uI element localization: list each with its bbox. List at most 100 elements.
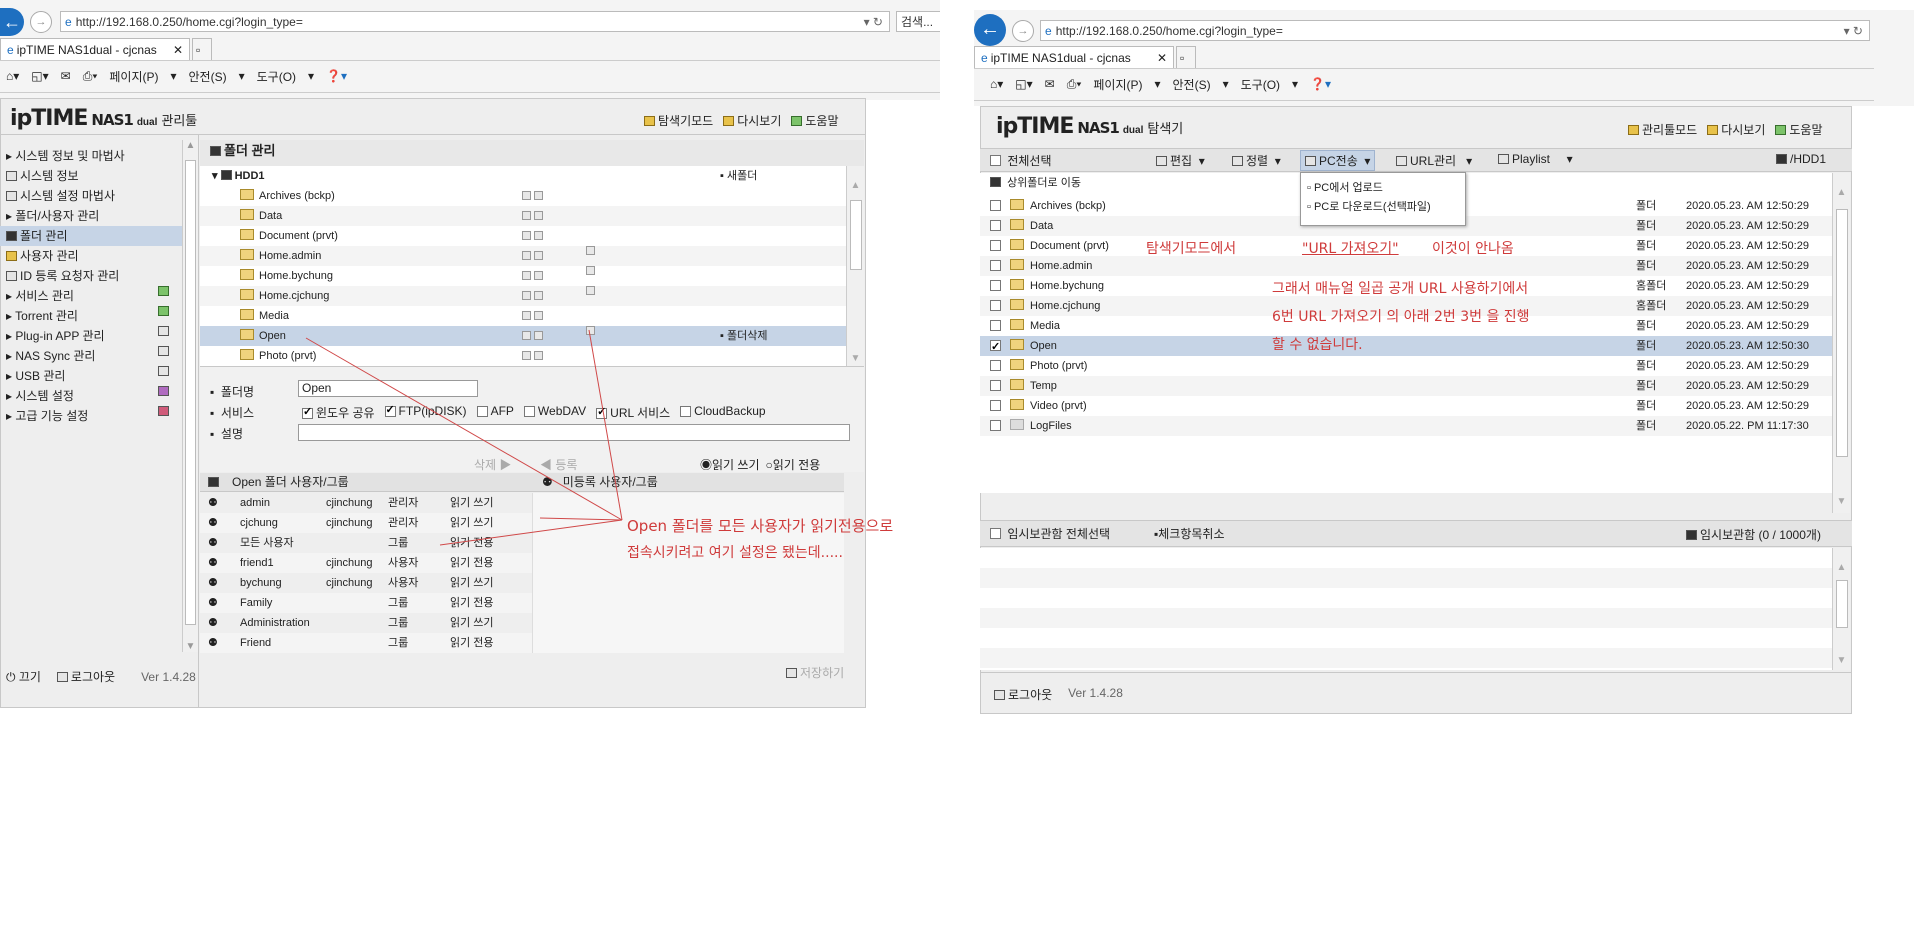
download-to-pc-item[interactable]: ▫ PC로 다운로드(선택파일) bbox=[1307, 198, 1459, 217]
right-feeds-icon[interactable]: ◱▾ bbox=[1015, 77, 1032, 91]
admin-mode-link[interactable]: 관리툴모드 bbox=[1628, 121, 1697, 138]
file-date: 2020.05.23. AM 12:50:30 bbox=[1686, 340, 1809, 352]
pc-transfer-icon bbox=[1305, 155, 1316, 166]
pc-transfer-menu[interactable]: PC전송 ▾ bbox=[1300, 150, 1376, 171]
file-name: Video (prvt) bbox=[1030, 400, 1087, 412]
file-date: 2020.05.23. AM 12:50:29 bbox=[1686, 380, 1809, 392]
file-date: 2020.05.23. AM 12:50:29 bbox=[1686, 200, 1809, 212]
file-date: 2020.05.23. AM 12:50:29 bbox=[1686, 260, 1809, 272]
folder-icon bbox=[1010, 419, 1024, 430]
select-all-button[interactable]: 전체선택 bbox=[990, 152, 1052, 169]
file-type: 폴더 bbox=[1636, 420, 1657, 432]
right-top-links: 관리툴모드 다시보기 도움말 bbox=[1628, 121, 1823, 138]
file-checkbox[interactable] bbox=[990, 300, 1001, 311]
file-name: Home.bychung bbox=[1030, 280, 1104, 292]
right-ie-icon: e bbox=[1045, 23, 1052, 38]
file-type: 폴더 bbox=[1636, 400, 1657, 412]
file-row[interactable]: LogFiles 폴더 2020.05.22. PM 11:17:30 bbox=[980, 416, 1832, 436]
folder-icon bbox=[1010, 299, 1024, 310]
temp-box-list[interactable] bbox=[980, 548, 1832, 670]
right-annotation-b: "URL 가져오기" bbox=[1302, 241, 1399, 257]
file-type: 폴더 bbox=[1636, 340, 1657, 352]
right-menu-tools[interactable]: 도구(O) bbox=[1241, 76, 1280, 93]
right-url-text: http://192.168.0.250/home.cgi?login_type… bbox=[1055, 23, 1283, 38]
right-home-icon[interactable]: ⌂▾ bbox=[990, 77, 1003, 91]
temp-select-all[interactable]: 임시보관함 전체선택 bbox=[990, 525, 1110, 542]
file-date: 2020.05.23. AM 12:50:29 bbox=[1686, 240, 1809, 252]
file-name: Temp bbox=[1030, 380, 1057, 392]
file-row[interactable]: Document (prvt) 폴더 2020.05.23. AM 12:50:29 bbox=[980, 236, 1832, 256]
file-checkbox[interactable] bbox=[990, 400, 1001, 411]
right-address-bar[interactable]: e http://192.168.0.250/home.cgi?login_ty… bbox=[1040, 20, 1870, 41]
right-mail-icon[interactable]: ✉ bbox=[1045, 77, 1055, 91]
admin-mode-icon bbox=[1628, 125, 1639, 135]
file-name: Media bbox=[1030, 320, 1060, 332]
right-annotation-c: 이것이 안나옴 bbox=[1432, 241, 1514, 257]
right-new-tab-icon[interactable]: ▫ bbox=[1176, 46, 1196, 68]
file-date: 2020.05.23. AM 12:50:29 bbox=[1686, 220, 1809, 232]
folder-icon bbox=[1010, 199, 1024, 210]
url-manage-menu[interactable]: URL관리 ▾ bbox=[1396, 152, 1472, 169]
temp-scrollbar[interactable]: ▲ ▼ bbox=[1832, 548, 1850, 670]
path-folder-icon bbox=[1776, 154, 1787, 164]
temp-uncheck-button[interactable]: ▪ 체크항목취소 bbox=[1154, 525, 1225, 542]
left-annotation-line1: Open 폴더를 모든 사용자가 읽기전용으로 bbox=[627, 517, 894, 535]
file-checkbox[interactable] bbox=[990, 420, 1001, 431]
file-date: 2020.05.22. PM 11:17:30 bbox=[1686, 420, 1809, 432]
file-type: 폴더 bbox=[1636, 200, 1657, 212]
edit-icon bbox=[1156, 155, 1167, 166]
file-date: 2020.05.23. AM 12:50:29 bbox=[1686, 320, 1809, 332]
file-checkbox[interactable] bbox=[990, 360, 1001, 371]
file-checkbox[interactable] bbox=[990, 337, 1001, 357]
right-forward-icon[interactable]: → bbox=[1012, 20, 1034, 42]
right-menu-safety[interactable]: 안전(S) bbox=[1173, 76, 1211, 93]
file-name: Document (prvt) bbox=[1030, 240, 1109, 252]
file-name: LogFiles bbox=[1030, 420, 1072, 432]
right-help-icon[interactable]: ❓▾ bbox=[1310, 77, 1331, 91]
right-close-tab-icon[interactable]: ✕ bbox=[1157, 51, 1167, 65]
upload-from-pc-item[interactable]: ▫ PC에서 업로드 bbox=[1307, 179, 1459, 198]
current-path: /HDD1 bbox=[1776, 152, 1826, 166]
playlist-menu[interactable]: Playlist ▾ bbox=[1498, 152, 1573, 166]
sort-menu[interactable]: 정렬 ▾ bbox=[1232, 152, 1281, 169]
right-refresh-icon[interactable]: ▾ ↻ bbox=[1844, 24, 1863, 38]
right-model-dual: dual bbox=[1122, 125, 1144, 136]
url-manage-icon bbox=[1396, 155, 1407, 166]
file-name: Home.cjchung bbox=[1030, 300, 1101, 312]
file-checkbox[interactable] bbox=[990, 200, 1001, 211]
file-checkbox[interactable] bbox=[990, 380, 1001, 391]
right-logout-button[interactable]: 로그아웃 bbox=[994, 686, 1052, 703]
file-date: 2020.05.23. AM 12:50:29 bbox=[1686, 300, 1809, 312]
folder-icon bbox=[1010, 259, 1024, 270]
file-scrollbar[interactable]: ▲ ▼ bbox=[1832, 173, 1850, 513]
file-date: 2020.05.23. AM 12:50:29 bbox=[1686, 400, 1809, 412]
file-checkbox[interactable] bbox=[990, 280, 1001, 291]
right-version-label: Ver 1.4.28 bbox=[1068, 686, 1123, 700]
right-menu-page[interactable]: 페이지(P) bbox=[1093, 76, 1142, 93]
file-row[interactable]: Home.admin 폴더 2020.05.23. AM 12:50:29 bbox=[980, 256, 1832, 276]
right-back-icon[interactable]: ← bbox=[974, 14, 1006, 46]
right-print-icon[interactable]: ⎙▾ bbox=[1067, 77, 1082, 92]
file-type: 폴더 bbox=[1636, 320, 1657, 332]
file-checkbox[interactable] bbox=[990, 220, 1001, 231]
edit-menu[interactable]: 편집 ▾ bbox=[1156, 152, 1205, 169]
file-checkbox[interactable] bbox=[990, 320, 1001, 331]
select-all-checkbox[interactable] bbox=[990, 155, 1001, 166]
temp-select-all-checkbox[interactable] bbox=[990, 528, 1001, 539]
temp-box-count: 임시보관함 (0 / 1000개) bbox=[1686, 526, 1821, 543]
file-row[interactable]: Photo (prvt) 폴더 2020.05.23. AM 12:50:29 bbox=[980, 356, 1832, 376]
temp-box-icon bbox=[1686, 529, 1697, 540]
file-checkbox[interactable] bbox=[990, 260, 1001, 271]
file-checkbox[interactable] bbox=[990, 240, 1001, 251]
folder-icon bbox=[1010, 219, 1024, 230]
file-row[interactable]: Temp 폴더 2020.05.23. AM 12:50:29 bbox=[980, 376, 1832, 396]
right-refresh-link[interactable]: 다시보기 bbox=[1707, 121, 1765, 138]
right-tab[interactable]: e ipTIME NAS1dual - cjcnas ✕ bbox=[974, 46, 1174, 68]
playlist-icon bbox=[1498, 154, 1509, 164]
file-row[interactable]: Video (prvt) 폴더 2020.05.23. AM 12:50:29 bbox=[980, 396, 1832, 416]
left-annotation-line2: 접속시키려고 여기 설정은 됐는데..... bbox=[627, 545, 843, 561]
right-help-link[interactable]: 도움말 bbox=[1775, 121, 1823, 138]
right-command-bar: ⌂▾ ◱▾ ✉ ⎙▾ 페이지(P) ▾ 안전(S) ▾ 도구(O) ▾ ❓▾ bbox=[990, 76, 1332, 93]
file-row[interactable]: Open 폴더 2020.05.23. AM 12:50:30 bbox=[980, 336, 1832, 357]
file-type: 홈폴더 bbox=[1636, 300, 1667, 312]
